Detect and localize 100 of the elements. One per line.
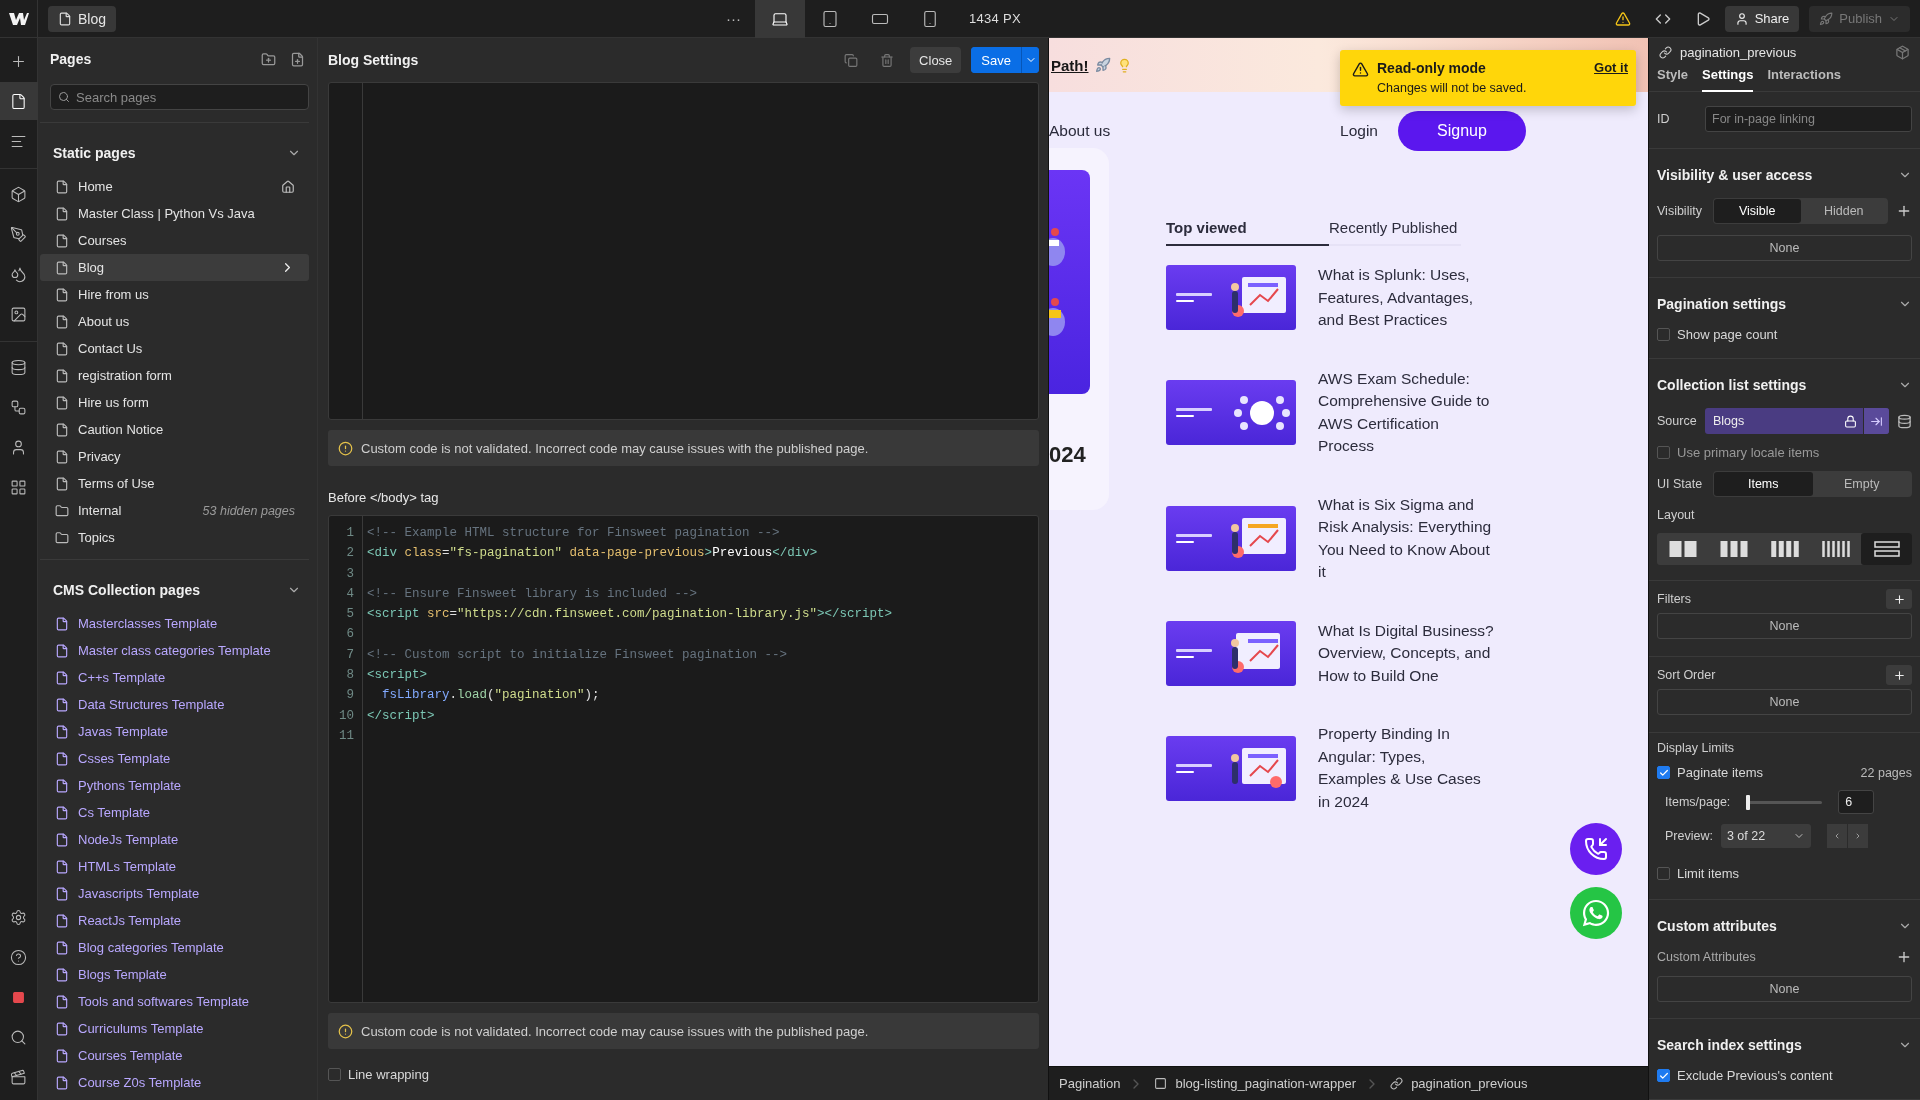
page-item[interactable]: Courses (40, 227, 309, 254)
close-button[interactable]: Close (910, 47, 962, 73)
signup-button[interactable]: Signup (1398, 111, 1526, 151)
page-item[interactable]: Blog categories Template (40, 934, 309, 961)
post-title[interactable]: What is Splunk: Uses, Features, Advantages, and Best Practices (1318, 264, 1496, 332)
breadcrumb-item[interactable]: blog-listing_pagination-wrapper (1144, 1076, 1365, 1091)
post-title[interactable]: Property Binding In Angular: Types, Examples & Use Cases in 2024 (1318, 723, 1496, 813)
section-title[interactable]: Search index settings (1657, 1037, 1898, 1053)
settings-icon (10, 908, 27, 926)
post-title[interactable]: AWS Exam Schedule: Comprehensive Guide to AWS Certification Process (1318, 367, 1496, 458)
page-item[interactable]: Cs Template (40, 799, 309, 826)
conditions-box[interactable]: None (1657, 235, 1912, 261)
page-item[interactable]: Master Class | Python Vs Java (40, 200, 309, 227)
page-item[interactable]: NodeJs Template (40, 826, 309, 853)
breakpoint-button[interactable] (755, 0, 806, 38)
page-item[interactable]: Blog (40, 254, 309, 281)
page-item[interactable]: Blogs Template (40, 961, 309, 988)
items-input[interactable]: 6 (1838, 790, 1875, 814)
post-title[interactable]: What is Six Sigma and Risk Analysis: Everything You Need to Know About it (1318, 493, 1496, 584)
page-item[interactable]: Terms of Use (40, 470, 309, 497)
checkbox[interactable] (1657, 446, 1670, 459)
page-item[interactable]: Data Structures Template (40, 691, 309, 718)
plus-icon[interactable] (1896, 949, 1912, 965)
content-tab[interactable]: Top viewed (1166, 210, 1329, 246)
source-field[interactable]: Blogs (1705, 408, 1889, 434)
checkbox-label: Line wrapping (348, 1067, 429, 1082)
call-button[interactable] (1570, 823, 1622, 875)
dismiss-link[interactable]: Got it (1594, 60, 1628, 75)
page-item[interactable]: Csses Template (40, 745, 309, 772)
page-item[interactable]: Tools and softwares Template (40, 988, 309, 1015)
new-page-icon[interactable] (290, 51, 305, 67)
login-link[interactable]: Login (1340, 122, 1378, 140)
page-item[interactable]: Master class categories Template (40, 637, 309, 664)
checkbox[interactable] (1657, 328, 1670, 341)
page-item[interactable]: Course Z0s Template (40, 1069, 309, 1096)
add-button[interactable] (1886, 589, 1912, 609)
segment-option[interactable]: Items (1714, 472, 1813, 496)
share-button[interactable]: Share (1724, 5, 1800, 32)
page-item[interactable]: Hire us form (40, 389, 309, 416)
section-title[interactable]: Custom attributes (1657, 918, 1898, 934)
segment-option[interactable]: Visible (1714, 199, 1801, 223)
sort-box[interactable]: None (1657, 689, 1912, 715)
plus-icon[interactable] (1896, 203, 1912, 219)
page-item[interactable]: Masterclasses Template (40, 610, 309, 637)
page-item[interactable]: Caution Notice (40, 416, 309, 443)
page-item[interactable]: About us (40, 308, 309, 335)
save-menu-button[interactable] (1021, 47, 1039, 73)
page-item[interactable]: Contact Us (40, 335, 309, 362)
breadcrumb-item[interactable]: Pagination (1049, 1076, 1129, 1091)
page-item[interactable]: Internal 53 hidden pages (40, 497, 309, 524)
post-title[interactable]: What Is Digital Business? Overview, Concepts, and How to Build One (1318, 619, 1496, 687)
panel-tab[interactable]: Settings (1702, 67, 1754, 92)
page-item[interactable]: Hire from us (40, 281, 309, 308)
page-item[interactable]: C++s Template (40, 664, 309, 691)
page-item[interactable]: Courses Template (40, 1042, 309, 1069)
checkbox[interactable] (1657, 867, 1670, 880)
page-item[interactable]: Curriculums Template (40, 1015, 309, 1042)
page-item[interactable]: Javascripts Template (40, 880, 309, 907)
checkbox[interactable] (328, 1068, 341, 1081)
nav-link[interactable]: About us (1049, 122, 1111, 140)
page-item[interactable]: HTMLs Template (40, 853, 309, 880)
layout-option[interactable] (1861, 533, 1912, 565)
content-tab[interactable]: Recently Published (1329, 210, 1461, 246)
page-item[interactable]: Topics (40, 524, 309, 551)
page-icon (55, 994, 69, 1009)
page-item[interactable]: Privacy (40, 443, 309, 470)
segment-option[interactable]: Hidden (1800, 199, 1887, 223)
id-field[interactable]: For in-page linking (1705, 106, 1912, 132)
attributes-box[interactable]: None (1657, 976, 1912, 1002)
new-folder-icon[interactable] (261, 51, 276, 67)
section-title[interactable]: CMS Collection pages (53, 582, 287, 598)
section-title[interactable]: Pagination settings (1657, 296, 1898, 312)
cube-icon (10, 185, 27, 203)
banner-link[interactable]: Path! (1051, 56, 1089, 74)
database-icon[interactable] (1897, 413, 1912, 429)
panel-tab[interactable]: Interactions (1767, 67, 1842, 92)
slider-thumb[interactable] (1745, 794, 1750, 810)
page-item[interactable]: Javas Template (40, 718, 309, 745)
page-item[interactable]: Pythons Template (40, 772, 309, 799)
section-title[interactable]: Visibility & user access (1657, 167, 1898, 183)
section-title[interactable]: Static pages (53, 145, 287, 161)
rail-button[interactable] (0, 82, 38, 120)
panel-tab[interactable]: Style (1657, 67, 1689, 92)
section-title[interactable]: Collection list settings (1657, 377, 1898, 393)
filters-box[interactable]: None (1657, 613, 1912, 639)
breadcrumb-item[interactable]: pagination_previous (1380, 1076, 1536, 1091)
checkbox[interactable] (1657, 1069, 1670, 1082)
source-button[interactable] (1863, 408, 1889, 434)
search-field[interactable]: Search pages (50, 84, 309, 110)
add-button[interactable] (1886, 665, 1912, 685)
page-item[interactable]: registration form (40, 362, 309, 389)
more-button[interactable]: ··· (712, 0, 756, 38)
segment-option[interactable]: Empty (1812, 472, 1911, 496)
page-item[interactable]: Home (40, 173, 309, 200)
preview-select[interactable]: 3 of 22 (1720, 824, 1811, 848)
page-item[interactable]: ReactJs Template (40, 907, 309, 934)
page-tab[interactable]: Blog (48, 5, 117, 32)
page-icon (55, 287, 69, 302)
logo-icon[interactable] (8, 11, 29, 26)
checkbox[interactable] (1657, 766, 1670, 779)
